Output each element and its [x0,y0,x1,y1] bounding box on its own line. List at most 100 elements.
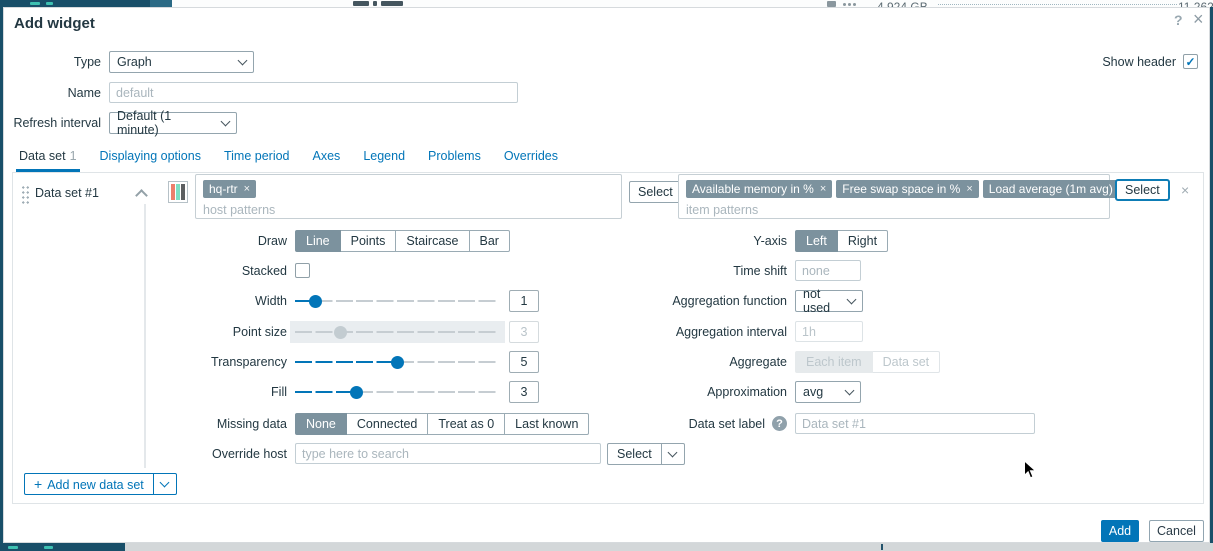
tab-axes[interactable]: Axes [310,144,344,172]
help-icon[interactable]: ? [1174,12,1183,28]
y-axis-label: Y-axis [513,230,787,252]
tab-displaying-options[interactable]: Displaying options [97,144,204,172]
background-metric-value: 4.924 GB [877,0,937,7]
width-slider-thumb[interactable] [309,295,322,308]
tab-legend[interactable]: Legend [360,144,408,172]
y-axis-option-right[interactable]: Right [838,230,888,252]
remove-data-set-icon[interactable]: × [1181,182,1189,198]
time-shift-input[interactable] [795,260,861,281]
help-circle-icon[interactable]: ? [772,416,787,431]
override-host-input[interactable] [295,443,601,464]
host-patterns-multiselect[interactable]: hq-rtr × host patterns [195,174,622,219]
aggregate-segmented: Each item Data set [795,351,940,373]
aggregation-function-select[interactable]: not used [795,290,863,312]
slider-fill [295,361,397,363]
fill-label: Fill [13,381,287,403]
override-host-select-button[interactable]: Select [608,444,661,464]
missing-data-label: Missing data [13,413,287,435]
plus-icon: + [34,476,42,492]
transparency-slider[interactable] [295,351,499,373]
item-chip[interactable]: Load average (1m avg) × [983,180,1132,198]
add-button[interactable]: Add [1101,520,1139,542]
chip-label: Load average (1m avg) [989,182,1113,196]
close-icon[interactable]: × [1193,9,1204,30]
draw-option-staircase[interactable]: Staircase [396,230,469,252]
chip-label: Free swap space in % [842,182,960,196]
data-set-label-input[interactable] [795,413,1035,434]
missing-data-option-treat-as-0[interactable]: Treat as 0 [428,413,505,435]
aggregate-option-data-set: Data set [873,351,941,373]
name-input[interactable] [109,82,518,103]
fill-slider[interactable] [295,381,499,403]
fill-slider-thumb[interactable] [350,386,363,399]
swatch-stripe [171,184,175,200]
tab-count: 1 [70,149,77,163]
tab-overrides[interactable]: Overrides [501,144,561,172]
tab-data-set[interactable]: Data set 1 [16,144,80,172]
type-select-value: Graph [117,55,152,69]
host-patterns-placeholder: host patterns [203,203,614,217]
color-palette-swatch[interactable] [168,181,188,203]
collapse-chevron-icon[interactable] [135,189,148,202]
background-sidebar-mark [8,546,18,549]
aggregate-label: Aggregate [513,351,787,373]
dialog-tabs: Data set 1 Displaying options Time period… [4,144,1209,172]
add-new-data-set-button[interactable]: +Add new data set [25,474,153,494]
tab-time-period[interactable]: Time period [221,144,293,172]
data-set-title: Data set #1 [35,186,99,200]
add-new-data-set-dropdown[interactable] [153,474,176,494]
draw-segmented: Line Points Staircase Bar [295,230,510,252]
refresh-interval-select[interactable]: Default (1 minute) [109,112,237,134]
item-chip[interactable]: Free swap space in % × [836,180,979,198]
draw-option-bar[interactable]: Bar [470,230,510,252]
background-sidebar-mark [44,546,53,549]
tab-label: Data set [19,149,66,163]
override-host-select-dropdown[interactable] [661,444,684,464]
item-patterns-multiselect[interactable]: Available memory in % × Free swap space … [678,174,1110,219]
name-label: Name [4,82,101,104]
chip-remove-icon[interactable]: × [820,183,826,195]
tab-problems[interactable]: Problems [425,144,484,172]
width-slider[interactable] [295,290,499,312]
type-label: Type [4,51,101,73]
host-select-button[interactable]: Select [629,181,682,203]
approximation-select[interactable]: avg [795,381,861,403]
chip-remove-icon[interactable]: × [244,183,250,195]
type-select[interactable]: Graph [109,51,254,73]
item-chip[interactable]: Available memory in % × [686,180,832,198]
background-page-bottom-strip [0,543,1213,551]
aggregation-function-value: not used [803,287,842,315]
refresh-interval-label: Refresh interval [4,112,101,134]
cancel-button[interactable]: Cancel [1149,520,1204,542]
point-size-slider-thumb [334,326,347,339]
y-axis-option-left[interactable]: Left [795,230,838,252]
chip-remove-icon[interactable]: × [966,183,972,195]
data-set-label-label: Data set label [513,413,765,435]
stacked-checkbox[interactable] [295,263,310,278]
host-chip[interactable]: hq-rtr × [203,180,256,198]
page: { "icons": { "help": "?", "close": "\u00… [0,0,1213,551]
data-set-panel: Data set #1 hq-rtr × host patterns Selec… [12,172,1204,504]
background-sidebar-block [150,0,172,7]
add-new-data-set-split-button: +Add new data set [24,473,177,495]
missing-data-option-connected[interactable]: Connected [347,413,428,435]
chevron-down-icon [847,294,857,304]
draw-option-line[interactable]: Line [295,230,341,252]
item-select-button[interactable]: Select [1115,179,1170,201]
chevron-down-icon [668,447,678,457]
chevron-down-icon [221,116,231,126]
background-page-top-strip: 4.924 GB 11.262 [172,0,1213,7]
chip-label: Available memory in % [692,182,814,196]
missing-data-option-none[interactable]: None [295,413,347,435]
clipped-background-text [373,1,377,6]
drag-handle-icon[interactable] [21,185,30,204]
swatch-stripe [176,184,180,200]
item-chips: Available memory in % × Free swap space … [686,180,1102,198]
draw-label: Draw [13,230,287,252]
aggregation-interval-input [795,321,863,342]
show-header-checkbox[interactable] [1183,54,1198,69]
transparency-slider-thumb[interactable] [391,356,404,369]
swatch-stripe [181,184,185,200]
draw-option-points[interactable]: Points [341,230,397,252]
point-size-label: Point size [13,321,287,343]
